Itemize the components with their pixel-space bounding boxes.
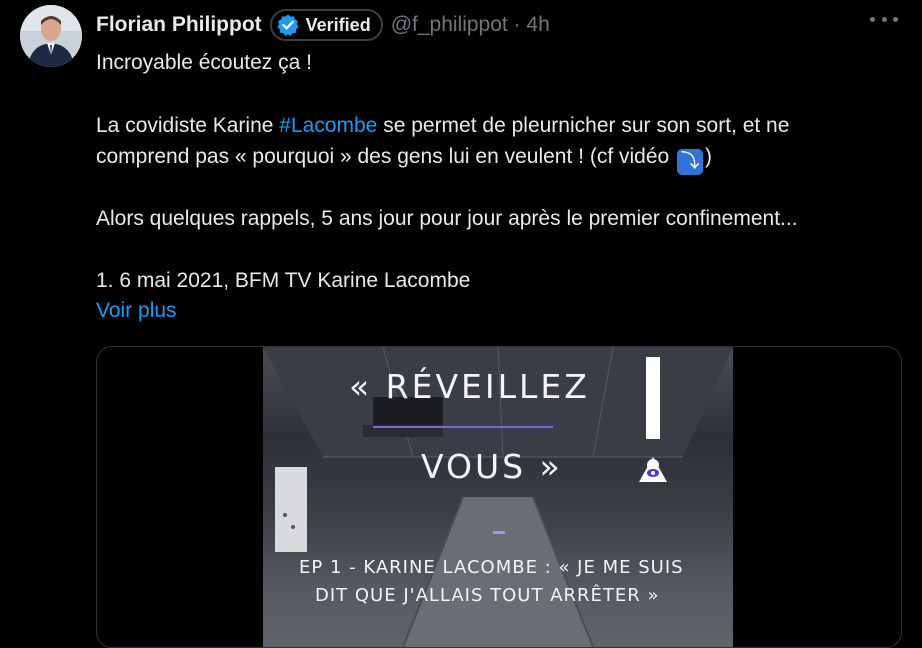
arrow-down-emoji-icon: ⤵ [677, 149, 704, 175]
tweet-text: comprend pas « pourquoi » des gens lui e… [96, 145, 676, 168]
video-subtitle-line-1: EP 1 - KARINE LACOMBE : « JE ME SUIS [299, 557, 684, 578]
author-handle-time[interactable]: @f_philippot · 4h [391, 13, 550, 37]
author-name[interactable]: Florian Philippot [96, 13, 262, 37]
tweet-line-1: Incroyable écoutez ça ! [96, 51, 312, 74]
video-player[interactable]: « RÉVEILLEZ VOUS » EP 1 - KARINE LACOMBE… [96, 346, 902, 648]
tweet-text: ) [705, 145, 713, 168]
more-options-icon[interactable] [870, 10, 898, 28]
tweet-text: se permet de pleurnicher sur son sort, e… [377, 114, 790, 137]
tweet-text: La covidiste Karine [96, 114, 280, 137]
tweet-line-5: 1. 6 mai 2021, BFM TV Karine Lacombe [96, 269, 471, 292]
show-more-link[interactable]: Voir plus [96, 295, 177, 326]
video-frame[interactable]: « RÉVEILLEZ VOUS » EP 1 - KARINE LACOMBE… [263, 347, 733, 647]
tweet-line-2: La covidiste Karine #Lacombe se permet d… [96, 110, 789, 141]
tweet-header: Florian Philippot Verified @f_philippot … [96, 8, 550, 42]
verified-badge[interactable]: Verified [269, 9, 383, 41]
avatar[interactable] [20, 5, 82, 67]
video-title-line-2: VOUS » [421, 447, 563, 486]
tweet-line-4: Alors quelques rappels, 5 ans jour pour … [96, 207, 798, 230]
video-title-line-1: « RÉVEILLEZ [349, 367, 590, 406]
tweet-line-3: comprend pas « pourquoi » des gens lui e… [96, 141, 712, 175]
verified-label: Verified [305, 14, 371, 35]
hashtag-link[interactable]: #Lacombe [279, 114, 377, 137]
avatar-photo [20, 5, 82, 67]
verified-icon [277, 14, 299, 36]
video-subtitle-line-2: DIT QUE J'ALLAIS TOUT ARRÊTER » [315, 585, 660, 606]
